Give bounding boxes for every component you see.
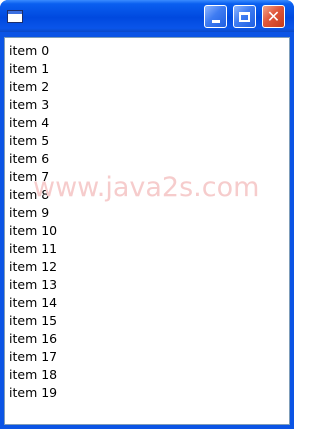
minimize-icon	[211, 19, 220, 23]
close-button[interactable]: ✕	[262, 5, 285, 28]
list-item[interactable]: item 0	[9, 42, 57, 60]
list-item[interactable]: item 2	[9, 78, 57, 96]
maximize-icon	[239, 11, 250, 22]
maximize-button[interactable]	[233, 5, 256, 28]
list-item[interactable]: item 17	[9, 348, 57, 366]
list-item[interactable]: item 5	[9, 132, 57, 150]
app-window: ✕ item 0 item 1 item 2 item 3 item 4 item 5 it…	[0, 0, 294, 429]
list-item[interactable]: item 18	[9, 366, 57, 384]
list-item[interactable]: item 19	[9, 384, 57, 402]
list-item[interactable]: item 11	[9, 240, 57, 258]
window-icon[interactable]	[7, 10, 23, 23]
item-list[interactable]: item 0 item 1 item 2 item 3 item 4 item 5 item…	[9, 42, 57, 402]
list-item[interactable]: item 10	[9, 222, 57, 240]
list-item[interactable]: item 12	[9, 258, 57, 276]
list-item[interactable]: item 15	[9, 312, 57, 330]
list-item[interactable]: item 9	[9, 204, 57, 222]
list-item[interactable]: item 7	[9, 168, 57, 186]
list-item[interactable]: item 4	[9, 114, 57, 132]
close-icon: ✕	[266, 6, 281, 26]
list-item[interactable]: item 16	[9, 330, 57, 348]
list-item[interactable]: item 6	[9, 150, 57, 168]
list-item[interactable]: item 13	[9, 276, 57, 294]
list-item[interactable]: item 1	[9, 60, 57, 78]
list-item[interactable]: item 8	[9, 186, 57, 204]
list-item[interactable]: item 3	[9, 96, 57, 114]
watermark: www.java2s.com	[33, 172, 260, 203]
list-item[interactable]: item 14	[9, 294, 57, 312]
list-box[interactable]: item 0 item 1 item 2 item 3 item 4 item 5 item…	[4, 37, 290, 425]
title-bar[interactable]: ✕	[0, 0, 294, 32]
minimize-button[interactable]	[204, 5, 227, 28]
